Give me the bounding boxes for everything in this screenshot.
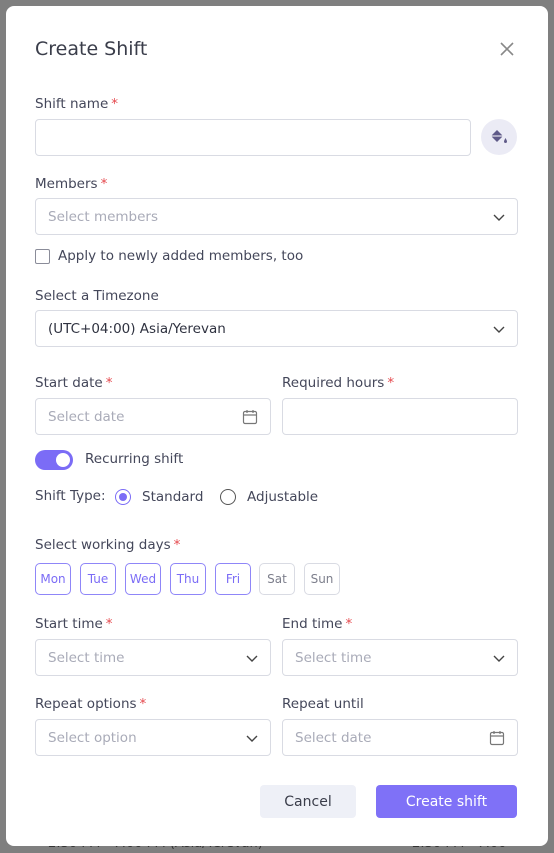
end-time-label: End time * [282,616,353,632]
timezone-select[interactable]: (UTC+04:00) Asia/Yerevan [35,310,518,347]
close-icon[interactable] [498,40,516,58]
shift-type-label: Shift Type: [35,488,106,504]
adjustable-radio[interactable] [220,489,236,505]
members-placeholder: Select members [48,208,159,225]
end-time-placeholder: Select time [295,649,372,666]
repeat-until-placeholder: Select date [295,729,372,746]
cancel-button[interactable]: Cancel [260,785,356,818]
start-date-label: Start date * [35,375,113,391]
create-shift-modal: Create Shift Shift name * Members * Select… [6,6,548,846]
repeat-until-input[interactable]: Select date [282,719,518,756]
chevron-down-icon [246,735,258,742]
timezone-label: Select a Timezone [35,288,159,304]
create-shift-button[interactable]: Create shift [376,785,517,818]
timezone-value: (UTC+04:00) Asia/Yerevan [48,320,226,337]
day-mon-button[interactable]: Mon [35,563,71,595]
color-picker-button[interactable] [481,119,517,155]
day-wed-button[interactable]: Wed [125,563,161,595]
apply-new-members-label: Apply to newly added members, too [58,248,304,264]
shift-name-input[interactable] [35,119,471,156]
start-time-placeholder: Select time [48,649,125,666]
start-time-select[interactable]: Select time [35,639,271,676]
day-thu-button[interactable]: Thu [170,563,206,595]
shift-name-label: Shift name * [35,96,119,112]
required-hours-label: Required hours * [282,375,395,391]
day-sat-button[interactable]: Sat [259,563,295,595]
calendar-icon [489,730,505,745]
start-time-label: Start time * [35,616,113,632]
adjustable-label: Adjustable [247,489,319,505]
repeat-options-label: Repeat options * [35,696,147,712]
day-sun-button[interactable]: Sun [304,563,340,595]
standard-label: Standard [142,489,204,505]
repeat-options-select[interactable]: Select option [35,719,271,756]
day-fri-button[interactable]: Fri [215,563,251,595]
chevron-down-icon [493,655,505,662]
repeat-until-label: Repeat until [282,696,364,712]
chevron-down-icon [493,214,505,221]
required-hours-input[interactable] [282,398,518,435]
standard-radio[interactable] [115,489,131,505]
members-label: Members * [35,176,108,192]
repeat-options-placeholder: Select option [48,729,137,746]
working-days-label: Select working days * [35,537,181,553]
start-date-placeholder: Select date [48,408,125,425]
chevron-down-icon [493,326,505,333]
apply-new-members-checkbox[interactable] [35,249,50,264]
calendar-icon [242,409,258,424]
chevron-down-icon [246,655,258,662]
day-tue-button[interactable]: Tue [80,563,116,595]
members-select[interactable]: Select members [35,198,518,235]
paint-bucket-icon [491,130,507,143]
start-date-input[interactable]: Select date [35,398,271,435]
recurring-shift-toggle[interactable] [35,450,73,470]
end-time-select[interactable]: Select time [282,639,518,676]
modal-title: Create Shift [35,38,148,60]
recurring-shift-label: Recurring shift [85,451,184,467]
